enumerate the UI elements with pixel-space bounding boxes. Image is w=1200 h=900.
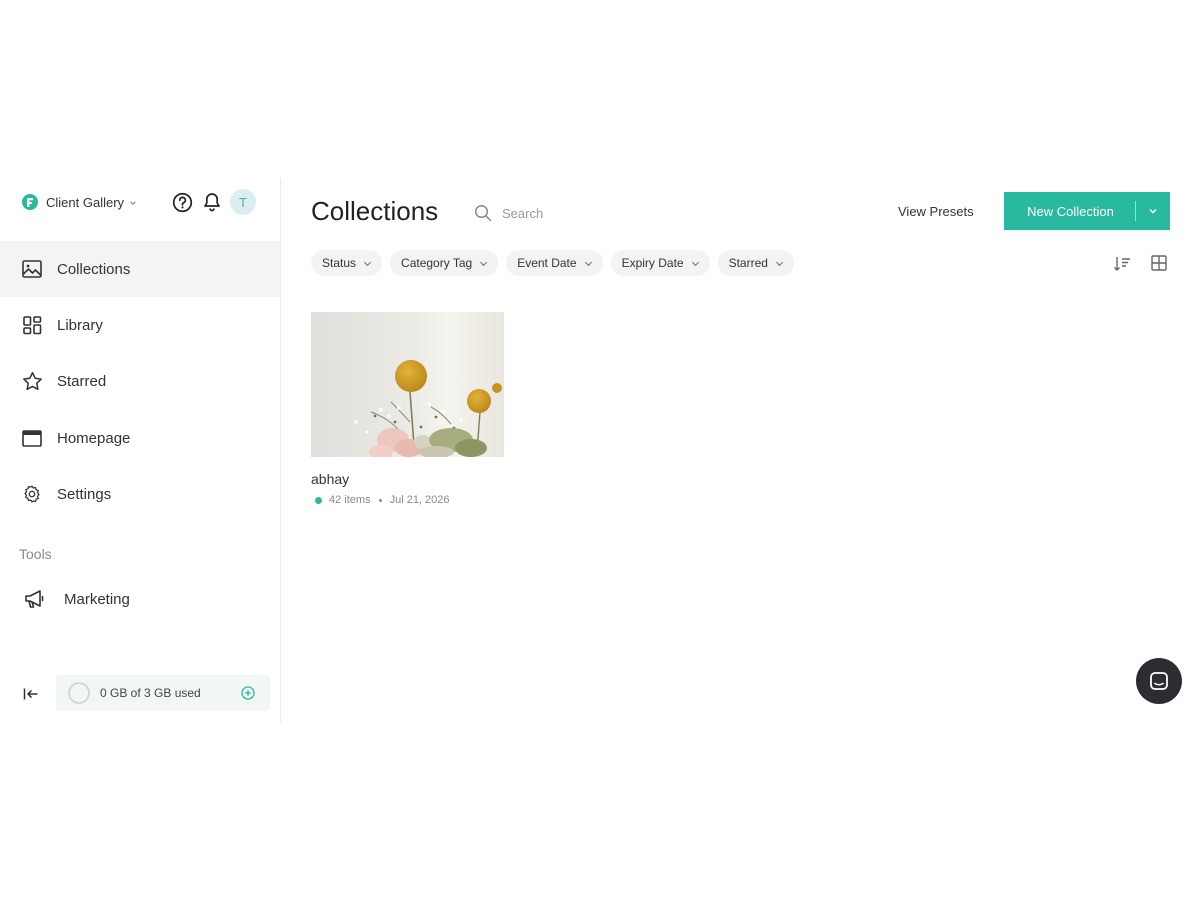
star-icon [21,370,43,392]
page-title: Collections [311,196,439,226]
collection-card[interactable]: abhay 42 items Jul 21, 2026 [311,312,504,506]
sidebar-item-library[interactable]: Library [0,297,280,353]
filter-event-date[interactable]: Event Date [506,250,603,276]
filter-label: Expiry Date [621,256,684,270]
filter-bar: Status Category Tag Event Date Expiry Da… [311,250,802,276]
new-collection-button[interactable]: New Collection [1004,204,1135,219]
filter-label: Starred [728,256,768,270]
sidebar-item-marketing[interactable]: Marketing [0,571,280,627]
sidebar-item-label: Collections [57,260,131,278]
storage-ring-icon [68,682,90,704]
chevron-down-icon [130,200,136,205]
storage-text: 0 GB of 3 GB used [100,686,201,700]
bell-icon[interactable] [200,190,224,214]
sidebar-item-label: Library [57,316,103,334]
new-collection-button-group: New Collection [1004,192,1170,230]
library-grid-icon [21,314,43,336]
separator-dot [378,498,382,502]
filter-starred[interactable]: Starred [717,250,794,276]
chevron-down-icon [691,261,699,266]
chevron-down-icon [775,261,783,266]
sidebar-item-label: Marketing [64,590,130,608]
new-collection-dropdown-button[interactable] [1136,192,1170,230]
image-gallery-icon [21,258,43,280]
grid-icon [1151,255,1167,271]
tools-section-title: Tools [19,546,52,562]
avatar[interactable]: T [230,189,256,215]
gear-icon [21,483,43,505]
collapse-left-icon [23,688,38,700]
collapse-sidebar-button[interactable] [20,683,42,705]
sidebar-item-label: Settings [57,485,112,503]
chat-icon [1150,672,1168,690]
chevron-down-icon [584,261,592,266]
sidebar-item-label: Homepage [57,429,131,447]
main-content: Collections View Presets New Collection … [282,178,1200,723]
storage-usage: 0 GB of 3 GB used [56,675,270,711]
collection-date: Jul 21, 2026 [389,494,450,506]
sidebar: Client Gallery T Collections Library Sta… [0,178,281,723]
chat-support-button[interactable] [1136,658,1182,704]
filter-label: Status [322,256,357,270]
chevron-down-icon [363,261,372,266]
item-count: 42 items [329,494,371,506]
sidebar-item-settings[interactable]: Settings [0,466,280,522]
search-input[interactable] [502,205,682,221]
filter-label: Event Date [517,256,577,270]
filter-status[interactable]: Status [311,250,383,276]
megaphone-icon [24,588,46,610]
sidebar-item-label: Starred [57,372,107,390]
search-bar[interactable] [474,202,694,224]
grid-view-button[interactable] [1150,254,1168,272]
app-window: Client Gallery T Collections Library Sta… [0,178,1200,723]
filter-label: Category Tag [401,256,473,270]
browser-window-icon [21,427,43,449]
view-presets-link[interactable]: View Presets [898,204,974,219]
filter-category-tag[interactable]: Category Tag [390,250,499,276]
brand-logo-icon [22,194,38,210]
search-icon [474,204,492,222]
sidebar-item-homepage[interactable]: Homepage [0,410,280,466]
collection-cover-image [311,312,504,457]
chevron-down-icon [1149,208,1157,214]
plus-circle-icon [241,686,255,700]
add-storage-button[interactable] [240,685,256,701]
sidebar-item-collections[interactable]: Collections [0,241,280,297]
sidebar-item-starred[interactable]: Starred [0,353,280,409]
sort-button[interactable] [1112,254,1132,274]
status-dot [315,496,322,504]
brand-name: Client Gallery [46,194,125,210]
brand-switcher[interactable]: Client Gallery [22,190,137,214]
sort-icon [1114,257,1130,271]
chevron-down-icon [480,261,488,266]
collection-meta: 42 items Jul 21, 2026 [311,494,504,506]
filter-expiry-date[interactable]: Expiry Date [610,250,710,276]
help-icon[interactable] [170,190,194,214]
collection-name: abhay [311,471,350,487]
